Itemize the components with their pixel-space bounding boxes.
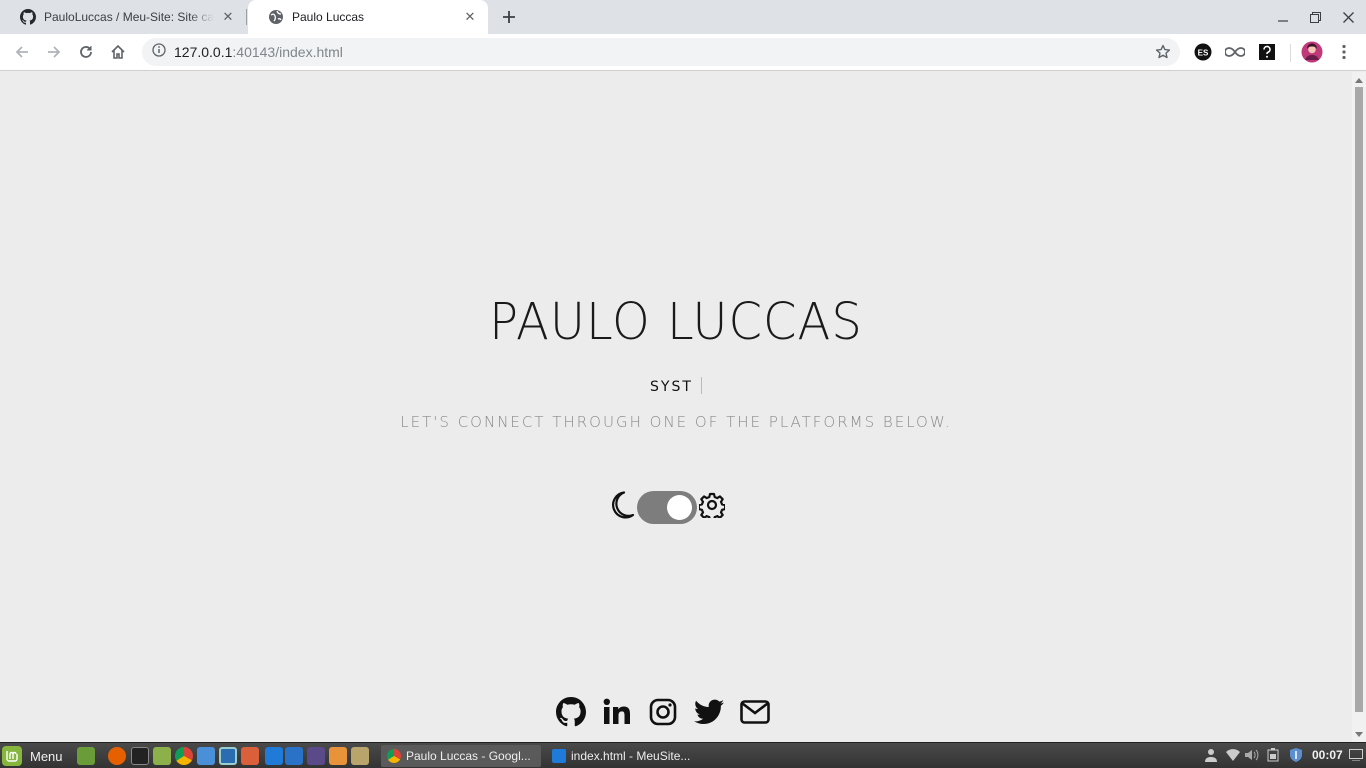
chrome-icon <box>387 749 401 763</box>
question-extension-icon[interactable] <box>1257 42 1277 62</box>
taskbar-task-vscode[interactable]: index.html - MeuSite... <box>546 745 706 767</box>
theme-toggle <box>607 488 727 526</box>
social-links <box>555 696 785 728</box>
user-icon[interactable] <box>1203 747 1219 763</box>
tagline: LET'S CONNECT THROUGH ONE OF THE PLATFOR… <box>400 413 952 431</box>
reload-icon[interactable] <box>74 40 98 64</box>
browser-menu-icon[interactable] <box>1334 42 1354 62</box>
gear-icon <box>697 492 727 523</box>
shield-icon[interactable] <box>1288 747 1304 763</box>
vscode-icon <box>552 749 566 763</box>
mint-logo-icon <box>2 746 22 766</box>
forward-icon[interactable] <box>42 40 66 64</box>
restore-icon[interactable] <box>1299 0 1331 34</box>
url-text: 127.0.0.1:40143/index.html <box>174 44 343 60</box>
tab-title: Paulo Luccas <box>292 10 365 24</box>
tab-github[interactable]: PauloLuccas / Meu-Site: Site ca ✕ <box>0 0 246 34</box>
linkedin-icon[interactable] <box>601 696 633 728</box>
task-label: index.html - MeuSite... <box>571 749 691 763</box>
address-bar[interactable]: 127.0.0.1:40143/index.html <box>142 38 1180 66</box>
dark-mode-switch[interactable] <box>637 490 697 524</box>
toolbar-divider <box>1290 44 1291 62</box>
chrome-icon[interactable] <box>175 747 193 765</box>
volume-icon[interactable] <box>1244 747 1260 763</box>
home-icon[interactable] <box>106 40 130 64</box>
github-icon[interactable] <box>555 696 587 728</box>
files-icon[interactable] <box>153 747 171 765</box>
task-label: Paulo Luccas - Googl... <box>406 749 531 763</box>
page-title: PAULO LUCCAS <box>489 292 863 352</box>
switch-knob <box>667 494 692 520</box>
page-scrollbar[interactable] <box>1352 72 1366 742</box>
github-icon <box>20 9 36 25</box>
terminal-icon[interactable] <box>131 747 149 765</box>
firefox-icon[interactable] <box>108 747 126 765</box>
taskbar-task-chrome[interactable]: Paulo Luccas - Googl... <box>381 745 541 767</box>
twitter-icon[interactable] <box>693 696 725 728</box>
browser-toolbar: 127.0.0.1:40143/index.html ES <box>0 34 1366 71</box>
tab-divider <box>246 9 247 25</box>
profile-avatar[interactable] <box>1301 41 1323 63</box>
email-icon[interactable] <box>739 696 771 728</box>
wifi-icon[interactable] <box>1225 747 1241 763</box>
info-icon[interactable] <box>152 42 166 62</box>
clock: 00:07 <box>1312 748 1343 762</box>
minimize-icon[interactable] <box>1267 0 1299 34</box>
scroll-down-icon[interactable] <box>1352 728 1366 740</box>
tab-title: PauloLuccas / Meu-Site: Site ca <box>44 10 214 24</box>
tab-paulo-luccas[interactable]: Paulo Luccas ✕ <box>248 0 488 34</box>
moon-icon <box>607 490 635 525</box>
close-window-icon[interactable] <box>1332 0 1364 34</box>
bookmark-star-icon[interactable] <box>1154 43 1172 61</box>
notifications-icon[interactable] <box>1348 747 1364 763</box>
virtualbox-icon[interactable] <box>197 747 215 765</box>
start-menu-label: Menu <box>30 748 63 764</box>
start-menu-button[interactable]: Menu <box>2 745 63 767</box>
app-icon[interactable] <box>219 747 237 765</box>
scrollbar-thumb[interactable] <box>1355 87 1363 712</box>
app4-icon[interactable] <box>351 747 369 765</box>
typing-caret <box>700 377 702 394</box>
page-viewport: PAULO LUCCAS SYST LET'S CONNECT THROUGH … <box>0 72 1352 742</box>
back-icon[interactable] <box>10 40 34 64</box>
globe-icon <box>268 9 284 25</box>
show-desktop-icon[interactable] <box>77 747 95 765</box>
battery-icon[interactable] <box>1265 747 1281 763</box>
instagram-icon[interactable] <box>647 696 679 728</box>
infinity-extension-icon[interactable] <box>1225 42 1245 62</box>
svg-text:ES: ES <box>1198 49 1209 58</box>
vscode-insiders-icon[interactable] <box>285 747 303 765</box>
scroll-up-icon[interactable] <box>1352 74 1366 86</box>
os-taskbar: Menu Paulo Luccas - Googl... index.html … <box>0 742 1366 768</box>
new-tab-button[interactable] <box>498 6 520 28</box>
close-icon[interactable]: ✕ <box>220 9 236 25</box>
es-extension-icon[interactable]: ES <box>1193 42 1213 62</box>
app3-icon[interactable] <box>329 747 347 765</box>
tab-strip: PauloLuccas / Meu-Site: Site ca ✕ Paulo … <box>0 0 1366 34</box>
sublime-icon[interactable] <box>241 747 259 765</box>
close-icon[interactable]: ✕ <box>462 9 478 25</box>
app2-icon[interactable] <box>307 747 325 765</box>
typing-subtitle: SYST <box>0 377 1352 395</box>
vscode-icon[interactable] <box>265 747 283 765</box>
